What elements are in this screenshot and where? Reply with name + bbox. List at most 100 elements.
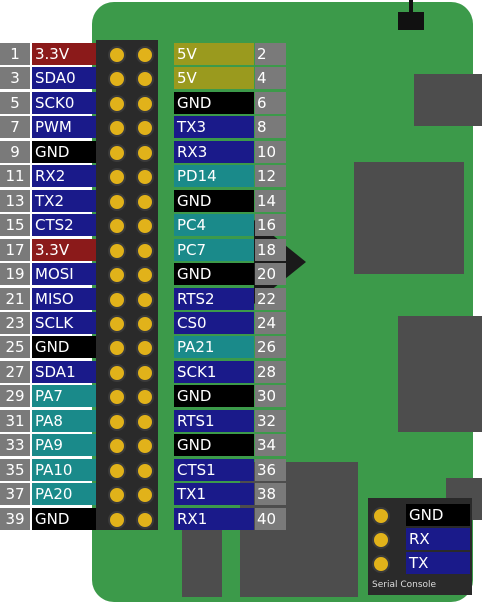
pin-dot-icon bbox=[108, 143, 126, 162]
pin-number-left: 11 bbox=[0, 165, 30, 188]
pin-dot-icon bbox=[136, 412, 154, 431]
pin-dot-icon bbox=[136, 46, 154, 64]
pin-row: 11 RX2 PD14 12 bbox=[0, 165, 286, 188]
pin-dot-icon bbox=[108, 388, 126, 407]
pin-dot-icon bbox=[136, 168, 154, 187]
pin-dot-icon bbox=[372, 507, 390, 525]
pin-row: 17 3.3V PC7 18 bbox=[0, 238, 286, 261]
pin-dot-icon bbox=[136, 486, 154, 505]
pin-label-left: SCLK bbox=[32, 311, 96, 334]
pin-row: 5 SCK0 GND 6 bbox=[0, 91, 286, 114]
pin-dot-icon bbox=[108, 510, 126, 529]
pin-label-left: 3.3V bbox=[32, 238, 96, 261]
pin-number-right: 26 bbox=[255, 336, 286, 359]
pin-label-right: GND bbox=[174, 263, 254, 286]
pin-number-right: 30 bbox=[255, 385, 286, 408]
pin-number-right: 34 bbox=[255, 434, 286, 457]
pin-row: 3 SDA0 5V 4 bbox=[0, 67, 286, 90]
pin-label-right: TX1 bbox=[174, 483, 254, 506]
pin-number-right: 2 bbox=[255, 43, 286, 65]
pin-dot-icon bbox=[108, 119, 126, 138]
pin-dot-icon bbox=[108, 168, 126, 187]
pin-number-left: 27 bbox=[0, 360, 30, 383]
pin-dot-icon bbox=[108, 437, 126, 456]
pin-dot-icon bbox=[136, 217, 154, 236]
serial-row: TX bbox=[368, 552, 472, 574]
port-mid-right bbox=[398, 316, 482, 432]
pin-label-left: MOSI bbox=[32, 263, 96, 286]
pin-number-left: 7 bbox=[0, 116, 30, 139]
pin-row: 27 SDA1 SCK1 28 bbox=[0, 360, 286, 383]
pin-dot-icon bbox=[108, 192, 126, 211]
pin-dot-icon bbox=[108, 266, 126, 285]
pin-label-left: RX2 bbox=[32, 165, 96, 188]
pin-dot-icon bbox=[136, 241, 154, 260]
pin-dot-icon bbox=[108, 290, 126, 309]
pin-row: 33 PA9 GND 34 bbox=[0, 434, 286, 457]
pin-label-left: CTS2 bbox=[32, 214, 96, 237]
pin-number-left: 37 bbox=[0, 483, 30, 506]
pin-dot-icon bbox=[136, 461, 154, 480]
pin-number-right: 40 bbox=[255, 507, 286, 530]
pin-dot-icon bbox=[136, 119, 154, 138]
pin-label-left: PA20 bbox=[32, 483, 96, 506]
pin-label-right: SCK1 bbox=[174, 360, 254, 383]
serial-label: GND bbox=[406, 504, 470, 526]
pin-label-left: MISO bbox=[32, 287, 96, 310]
pin-number-right: 20 bbox=[255, 263, 286, 286]
pin-number-left: 13 bbox=[0, 189, 30, 212]
pin-dot-icon bbox=[136, 94, 154, 113]
pin-row: 23 SCLK CS0 24 bbox=[0, 311, 286, 334]
pin-label-right: CTS1 bbox=[174, 458, 254, 481]
pin-label-left: PA9 bbox=[32, 434, 96, 457]
pin-label-right: GND bbox=[174, 434, 254, 457]
pin-dot-icon bbox=[136, 266, 154, 285]
pin-number-left: 29 bbox=[0, 385, 30, 408]
pin-number-right: 14 bbox=[255, 189, 286, 212]
pin-dot-icon bbox=[136, 363, 154, 382]
pin-label-left: PWM bbox=[32, 116, 96, 139]
pin-row: 21 MISO RTS2 22 bbox=[0, 287, 286, 310]
pin-label-left: GND bbox=[32, 336, 96, 359]
pin-row: 35 PA10 CTS1 36 bbox=[0, 458, 286, 481]
pin-number-left: 3 bbox=[0, 67, 30, 90]
pin-dot-icon bbox=[372, 531, 390, 549]
pin-dot-icon bbox=[136, 290, 154, 309]
pin-number-left: 21 bbox=[0, 287, 30, 310]
serial-console-caption: Serial Console bbox=[372, 580, 437, 590]
pin-row: 15 CTS2 PC4 16 bbox=[0, 214, 286, 237]
pin-number-left: 31 bbox=[0, 409, 30, 432]
pin-number-left: 33 bbox=[0, 434, 30, 457]
pin-row: 39 GND RX1 40 bbox=[0, 507, 286, 530]
pin-number-right: 28 bbox=[255, 360, 286, 383]
pin-number-right: 24 bbox=[255, 311, 286, 334]
pin-label-left: SCK0 bbox=[32, 91, 96, 114]
pin-dot-icon bbox=[108, 46, 126, 64]
pin-row: 13 TX2 GND 14 bbox=[0, 189, 286, 212]
pin-label-right: GND bbox=[174, 189, 254, 212]
pin-label-right: 5V bbox=[174, 43, 254, 65]
pin-dot-icon bbox=[136, 143, 154, 162]
pin-label-right: PC7 bbox=[174, 238, 254, 261]
pin-number-right: 6 bbox=[255, 91, 286, 114]
pin-dot-icon bbox=[108, 339, 126, 358]
pin-dot-icon bbox=[372, 555, 390, 573]
pin-dot-icon bbox=[108, 461, 126, 480]
pin-number-right: 16 bbox=[255, 214, 286, 237]
pin-dot-icon bbox=[108, 217, 126, 236]
pin-number-left: 15 bbox=[0, 214, 30, 237]
pin-row: 25 GND PA21 26 bbox=[0, 336, 286, 359]
pin-number-left: 1 bbox=[0, 43, 30, 65]
pin-number-left: 35 bbox=[0, 458, 30, 481]
pin-dot-icon bbox=[136, 339, 154, 358]
pin-number-left: 17 bbox=[0, 238, 30, 261]
pin-label-left: TX2 bbox=[32, 189, 96, 212]
pin-label-right: CS0 bbox=[174, 311, 254, 334]
pin-label-right: PD14 bbox=[174, 165, 254, 188]
pin-number-right: 18 bbox=[255, 238, 286, 261]
pin-label-right: GND bbox=[174, 385, 254, 408]
pin-dot-icon bbox=[108, 363, 126, 382]
pin-label-right: RX3 bbox=[174, 140, 254, 163]
pin-number-left: 5 bbox=[0, 91, 30, 114]
pin-number-right: 38 bbox=[255, 483, 286, 506]
